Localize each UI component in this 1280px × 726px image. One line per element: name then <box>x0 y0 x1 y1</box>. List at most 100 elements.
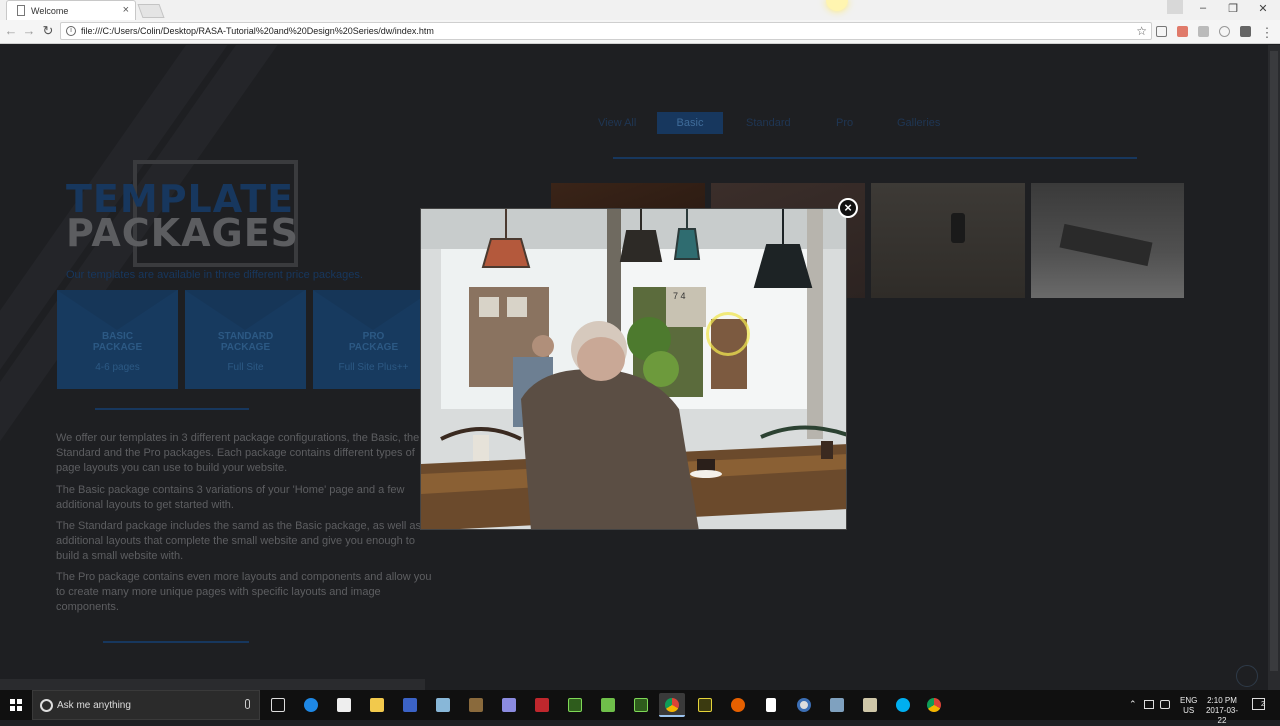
new-tab-button[interactable] <box>137 4 165 18</box>
skype-icon[interactable] <box>890 693 916 717</box>
file-explorer-icon[interactable] <box>364 693 390 717</box>
filter-pro[interactable]: Pro <box>828 112 861 134</box>
extension-icon[interactable] <box>1240 26 1251 37</box>
network-icon[interactable] <box>1144 700 1154 709</box>
card-shade <box>57 290 177 330</box>
store-icon[interactable] <box>331 693 357 717</box>
address-toolbar: ← → ↻ i file:///C:/Users/Colin/Desktop/R… <box>0 20 1280 44</box>
package-name-suffix: PACKAGE <box>220 342 271 353</box>
close-window-button[interactable]: ✕ <box>1256 2 1270 15</box>
system-tray: ⌃ ENG US 2:10 PM 2017-03-22 2 <box>1126 690 1280 725</box>
package-name: PRO <box>362 331 385 342</box>
bookmark-star-icon[interactable]: ☆ <box>1136 24 1147 38</box>
package-subtitle: Full Site <box>227 362 264 373</box>
clock[interactable]: 2:10 PM 2017-03-22 <box>1202 696 1242 726</box>
app-icon[interactable] <box>857 693 883 717</box>
document-icon[interactable] <box>758 693 784 717</box>
url-text: file:///C:/Users/Colin/Desktop/RASA-Tuto… <box>81 26 434 36</box>
cursor-highlight <box>706 312 750 356</box>
back-to-top-icon[interactable] <box>1236 665 1258 687</box>
back-icon[interactable]: ← <box>4 23 18 38</box>
scrollbar-thumb[interactable] <box>1270 51 1278 671</box>
filter-basic[interactable]: Basic <box>657 112 723 134</box>
page-scrollbar[interactable] <box>1268 45 1280 690</box>
package-name: STANDARD <box>217 331 274 342</box>
edge-icon[interactable] <box>298 693 324 717</box>
chrome-icon[interactable] <box>659 693 685 717</box>
extension-icon[interactable] <box>1219 26 1230 37</box>
search-placeholder: Ask me anything <box>57 700 131 711</box>
task-view-button[interactable] <box>265 693 291 717</box>
filter-standard[interactable]: Standard <box>738 112 799 134</box>
decorative-stripe <box>0 45 278 618</box>
package-card-standard[interactable]: STANDARD PACKAGE Full Site <box>185 290 306 389</box>
browser-tab[interactable]: Welcome × <box>6 0 136 20</box>
show-hidden-icons-icon[interactable]: ⌃ <box>1129 699 1137 710</box>
tab-strip: Welcome × – ❐ ✕ <box>0 0 1280 20</box>
restore-button[interactable]: ❐ <box>1226 2 1240 15</box>
paragraph: The Pro package contains even more layou… <box>56 571 432 613</box>
title-frame <box>133 160 298 267</box>
profile-icon[interactable] <box>1167 0 1183 14</box>
package-subtitle: 4-6 pages <box>95 362 140 373</box>
windows-logo-icon <box>10 699 22 711</box>
info-icon[interactable]: i <box>66 26 76 36</box>
filter-underline <box>613 157 1137 159</box>
decorative-stripe <box>0 45 228 618</box>
app-icon[interactable] <box>791 693 817 717</box>
cortana-search-box[interactable]: Ask me anything <box>32 690 260 720</box>
status-bubble <box>0 679 425 690</box>
package-name-suffix: PACKAGE <box>348 342 399 353</box>
extension-icon[interactable] <box>1198 26 1209 37</box>
recording-indicator-icon <box>826 0 848 11</box>
filezilla-icon[interactable] <box>529 693 555 717</box>
close-tab-icon[interactable]: × <box>123 4 129 16</box>
windows-taskbar: Ask me anything ⌃ ENG US 2:10 PM 2017-03… <box>0 690 1280 725</box>
cup-shape <box>951 213 965 243</box>
microphone-icon[interactable] <box>245 699 250 709</box>
app-icon[interactable] <box>496 693 522 717</box>
page-subtitle: Our templates are available in three dif… <box>66 269 363 281</box>
minimize-button[interactable]: – <box>1196 2 1210 14</box>
camera-extension-icon[interactable] <box>1156 26 1167 37</box>
chrome-icon[interactable] <box>921 693 947 717</box>
app-icon[interactable] <box>430 693 456 717</box>
paragraph: We offer our templates in 3 different pa… <box>56 432 420 474</box>
address-bar[interactable]: i file:///C:/Users/Colin/Desktop/RASA-Tu… <box>60 22 1152 40</box>
start-button[interactable] <box>0 690 32 720</box>
package-name-suffix: PACKAGE <box>92 342 143 353</box>
app-icon[interactable] <box>595 693 621 717</box>
package-card-pro[interactable]: PRO PACKAGE Full Site Plus++ <box>313 290 433 389</box>
card-shade <box>185 290 305 330</box>
menu-icon[interactable]: ⋮ <box>1260 25 1274 41</box>
lightbox-close-button[interactable]: × <box>838 198 858 218</box>
page-title-line2: PACKAGES <box>66 211 300 255</box>
action-center-icon[interactable]: 2 <box>1252 698 1265 710</box>
app-icon[interactable] <box>824 693 850 717</box>
lightbox-image: 7 4 <box>420 208 847 530</box>
cortana-icon <box>40 699 53 712</box>
fireworks-icon[interactable] <box>692 693 718 717</box>
volume-icon[interactable] <box>1160 700 1170 709</box>
dreamweaver-icon[interactable] <box>562 693 588 717</box>
paragraph: The Standard package includes the samd a… <box>56 520 422 562</box>
reload-icon[interactable]: ↻ <box>41 23 55 39</box>
gallery-thumbnail[interactable] <box>1031 183 1184 298</box>
forward-icon[interactable]: → <box>22 23 36 38</box>
filter-view-all[interactable]: View All <box>590 112 644 134</box>
filter-bar: View All Basic Standard Pro Galleries <box>590 112 1150 134</box>
notification-count: 2 <box>1261 701 1265 708</box>
tab-title: Welcome <box>31 6 69 16</box>
filter-galleries[interactable]: Galleries <box>889 112 948 134</box>
language-indicator[interactable]: ENG US <box>1180 696 1197 716</box>
hands-keyboard-shape <box>1059 223 1153 267</box>
firefox-icon[interactable] <box>725 693 751 717</box>
app-icon[interactable] <box>397 693 423 717</box>
cafe-number: 7 4 <box>673 291 686 301</box>
gallery-thumbnail[interactable] <box>871 183 1025 298</box>
dreamweaver-icon[interactable] <box>628 693 654 717</box>
package-card-basic[interactable]: BASIC PACKAGE 4-6 pages <box>57 290 178 389</box>
extension-icon[interactable] <box>1177 26 1188 37</box>
app-icon[interactable] <box>463 693 489 717</box>
clock-date: 2017-03-22 <box>1205 706 1239 725</box>
